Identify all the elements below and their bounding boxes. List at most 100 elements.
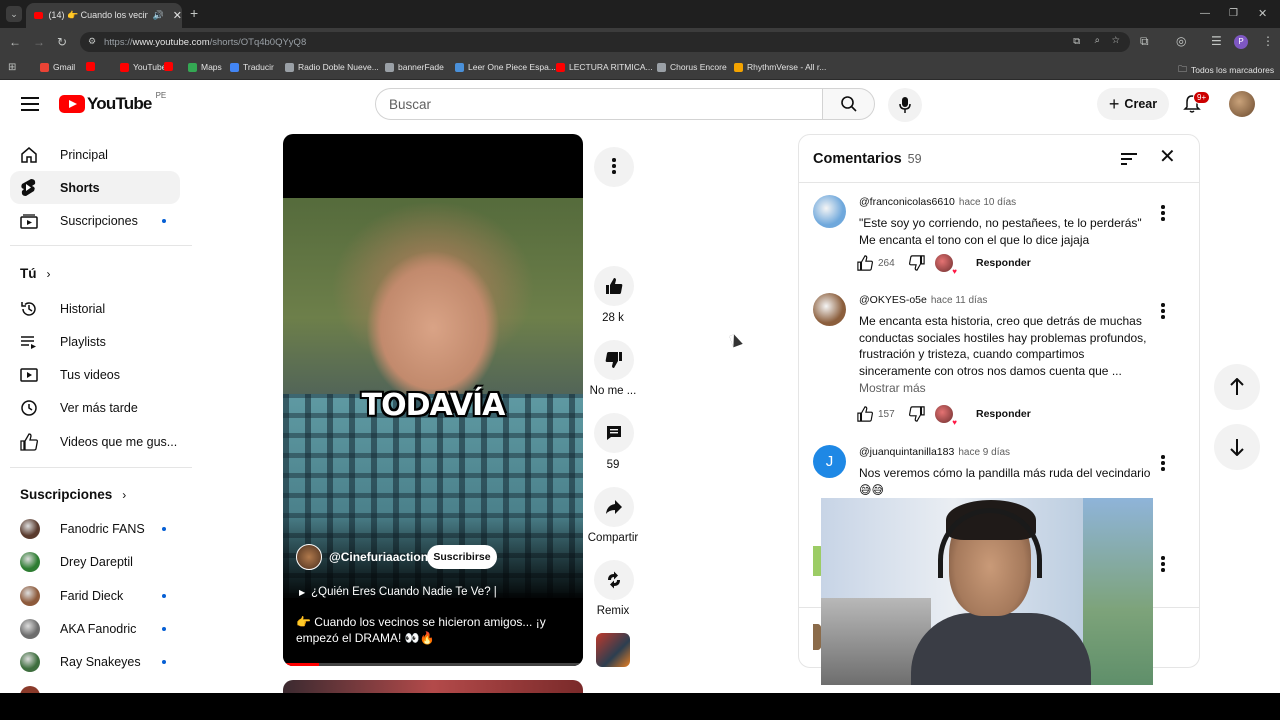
next-short-button[interactable] [1214, 424, 1260, 470]
apps-icon[interactable]: ⊞ [8, 62, 16, 74]
comment-menu-icon[interactable] [1161, 205, 1165, 223]
close-icon[interactable]: ✕ [1159, 147, 1176, 167]
notifications-button[interactable]: 9+ [1183, 91, 1211, 118]
new-tab-icon[interactable]: + [190, 6, 198, 20]
bookmark-item[interactable]: Maps [188, 62, 222, 72]
speaker-icon[interactable]: 🔊 [153, 10, 164, 21]
all-bookmarks[interactable]: 🗀 Todos los marcadores [1178, 62, 1274, 78]
media-icon[interactable]: ◎ [1176, 35, 1186, 47]
comment-menu-icon[interactable] [1161, 455, 1165, 473]
progress-bar[interactable] [283, 663, 583, 666]
tab-close-icon[interactable]: ✕ [173, 9, 182, 22]
bookmark-star-icon[interactable]: ☆ [1111, 35, 1120, 46]
search-box[interactable]: Buscar [375, 88, 823, 120]
reload-icon[interactable]: ↻ [57, 36, 67, 48]
sidebar-item-videos-que-me-gus[interactable]: Videos que me gus... [10, 425, 180, 458]
share-button[interactable] [594, 487, 634, 527]
dislike-button[interactable] [594, 340, 634, 380]
sidebar-item-partial[interactable] [20, 686, 40, 693]
subscription-item[interactable]: Fanodric FANS [10, 512, 180, 545]
comment-menu-icon[interactable] [1161, 556, 1165, 574]
search-button[interactable] [822, 88, 875, 120]
sound-thumbnail[interactable] [596, 633, 630, 667]
mouse-cursor [729, 332, 743, 348]
show-more-link[interactable]: Mostrar más [859, 381, 926, 395]
window-close-icon[interactable]: ✕ [1258, 8, 1267, 20]
back-icon[interactable]: ← [9, 36, 21, 48]
sidebar-item-tus-videos[interactable]: Tus videos [10, 358, 180, 391]
hamburger-icon[interactable] [21, 97, 39, 111]
comment-time[interactable]: hace 10 días [959, 197, 1016, 208]
comment-menu-icon[interactable] [1161, 303, 1165, 321]
comment-dislike-button[interactable] [909, 255, 925, 271]
subscription-item[interactable]: Drey Dareptil [10, 545, 180, 578]
subscription-label: Farid Dieck [60, 588, 124, 603]
bookmark-item[interactable]: Radio Doble Nueve... [285, 62, 379, 72]
bookmark-item[interactable]: Traducir [230, 62, 274, 72]
you-heading[interactable]: Tú › [20, 266, 51, 281]
bookmark-item[interactable]: Leer One Piece Espa... [455, 62, 556, 72]
subscribe-button[interactable]: Suscribirse [427, 545, 497, 569]
comments-button[interactable] [594, 413, 634, 453]
install-icon[interactable]: ⧉ [1073, 36, 1080, 47]
channel-name[interactable]: @Cinefuriaaction [329, 550, 428, 564]
minimize-icon[interactable]: — [1200, 8, 1210, 20]
restore-icon[interactable]: ❐ [1229, 8, 1238, 20]
comment-avatar[interactable] [813, 293, 846, 326]
subscription-item[interactable]: Farid Dieck [10, 579, 180, 612]
comment-author[interactable]: @franconicolas6610 [859, 196, 955, 208]
search-input[interactable]: Buscar [389, 97, 431, 112]
sidebar-item-shorts[interactable]: Shorts [10, 171, 180, 204]
voice-search-button[interactable] [888, 88, 922, 122]
comment-like-button[interactable] [857, 406, 873, 422]
playlist-controls-icon[interactable]: ☰ [1211, 35, 1222, 47]
youtube-logo[interactable]: YouTube PE [59, 91, 166, 114]
bookmark-item[interactable]: YouTube [120, 62, 166, 72]
site-info-icon[interactable]: ⚙ [88, 36, 96, 47]
zoom-icon[interactable]: ⌕ [1095, 35, 1100, 46]
sidebar-item-playlists[interactable]: Playlists [10, 325, 180, 358]
create-button[interactable]: + Crear [1097, 88, 1169, 120]
subscription-item[interactable]: Ray Snakeyes [10, 645, 180, 678]
comment-time[interactable]: hace 11 días [931, 295, 988, 306]
extensions-icon[interactable]: ⧉ [1140, 35, 1149, 47]
sort-icon[interactable] [1121, 153, 1137, 165]
address-bar[interactable]: ⚙ https://www.youtube.com/shorts/OTq4b0Q… [80, 32, 1130, 52]
browser-tab[interactable]: (14) 👉 Cuando los vecinos... 🔊 ✕ [26, 3, 182, 28]
like-button[interactable] [594, 266, 634, 306]
sidebar-item-historial[interactable]: Historial [10, 292, 180, 325]
bookmark-item[interactable]: LECTURA RITMICA... [556, 62, 653, 72]
comment-author[interactable]: @OKYES-o5e [859, 294, 927, 306]
subscription-item[interactable]: AKA Fanodric [10, 612, 180, 645]
forward-icon[interactable]: → [33, 36, 45, 48]
comment-avatar[interactable]: J [813, 445, 846, 478]
reply-button[interactable]: Responder [976, 408, 1031, 420]
tab-search-icon[interactable]: ⌄ [6, 6, 22, 22]
comment-author[interactable]: @juanquintanilla183 [859, 446, 954, 458]
short-video-player[interactable]: TODAVÍA @Cinefuriaaction Suscribirse ▶ ¿… [283, 134, 583, 666]
bookmark-item[interactable]: Gmail [40, 62, 75, 72]
more-options-button[interactable] [594, 147, 634, 187]
next-short-preview[interactable] [283, 680, 583, 693]
bookmark-item[interactable] [86, 62, 95, 71]
browser-menu-icon[interactable]: ⋮ [1262, 35, 1274, 47]
comment-dislike-button[interactable] [909, 406, 925, 422]
subscriptions-heading[interactable]: Suscripciones › [20, 487, 126, 502]
remix-button[interactable] [594, 560, 634, 600]
sidebar-item-suscripciones[interactable]: Suscripciones [10, 204, 180, 237]
playlist-link[interactable]: ▶ ¿Quién Eres Cuando Nadie Te Ve? | [299, 586, 497, 598]
sidebar-item-principal[interactable]: Principal [10, 138, 180, 171]
comment-avatar[interactable] [813, 195, 846, 228]
comment-time[interactable]: hace 9 días [958, 447, 1010, 458]
bookmark-item[interactable]: RhythmVerse - All r... [734, 62, 826, 72]
bookmark-item[interactable]: Chorus Encore [657, 62, 727, 72]
comment-like-button[interactable] [857, 255, 873, 271]
channel-avatar[interactable] [296, 544, 322, 570]
profile-avatar[interactable]: P [1234, 35, 1248, 49]
bookmark-item[interactable] [164, 62, 173, 71]
previous-short-button[interactable] [1214, 364, 1260, 410]
reply-button[interactable]: Responder [976, 257, 1031, 269]
sidebar-item-ver-m-s-tarde[interactable]: Ver más tarde [10, 391, 180, 424]
account-avatar[interactable] [1229, 91, 1255, 117]
bookmark-item[interactable]: bannerFade [385, 62, 444, 72]
